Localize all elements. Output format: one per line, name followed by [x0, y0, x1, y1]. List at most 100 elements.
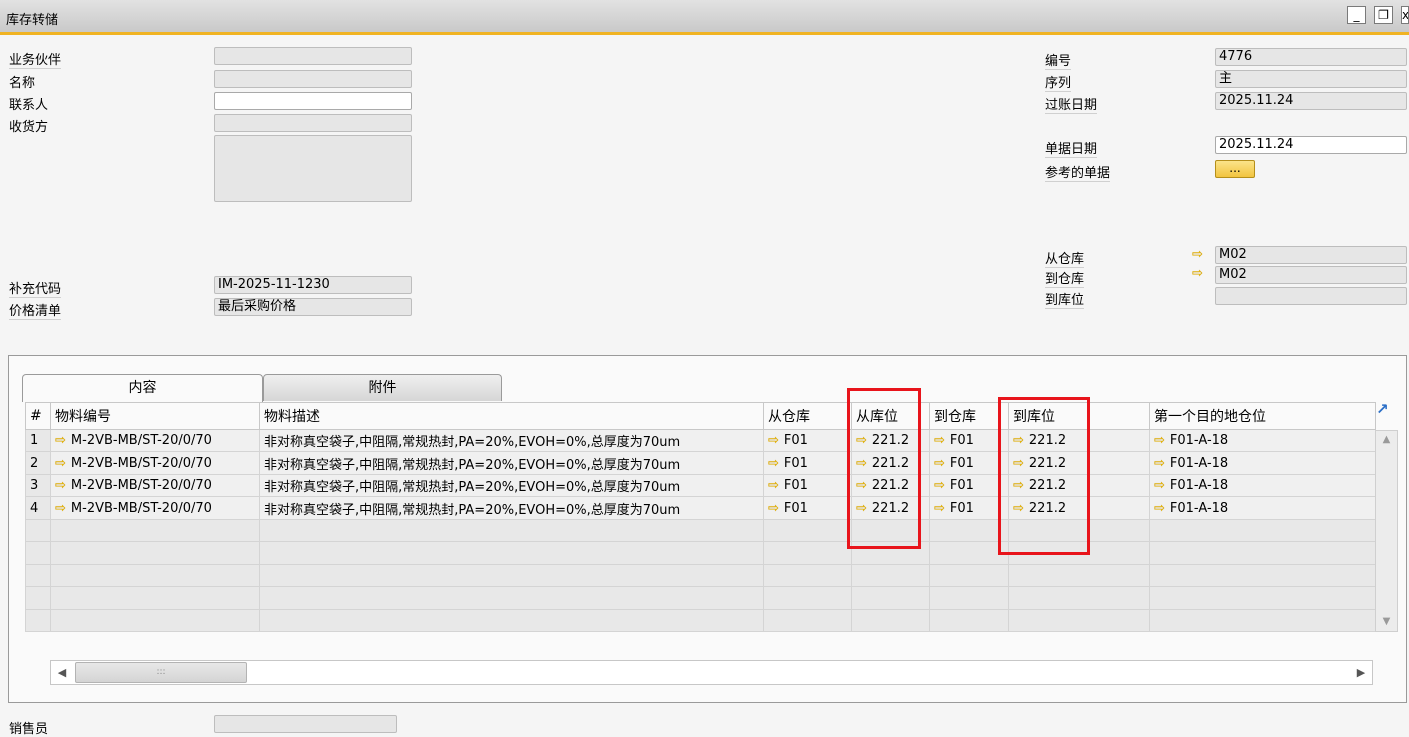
row-number[interactable]: 4	[25, 496, 51, 520]
cell-item-code[interactable]	[50, 518, 260, 543]
supp-code-field[interactable]: IM-2025-11-1230	[214, 276, 412, 294]
cell-to-warehouse[interactable]: ⇨ F01	[929, 428, 1009, 453]
cell-from-warehouse[interactable]: ⇨ F01	[763, 496, 852, 520]
cell-from-warehouse[interactable]	[763, 608, 852, 632]
cell-from-warehouse[interactable]	[763, 541, 852, 565]
cell-item-code[interactable]: ⇨ M-2VB-MB/ST-20/0/70	[50, 496, 260, 520]
cell-first-dest-bin[interactable]	[1149, 541, 1376, 565]
cell-to-bin[interactable]	[1008, 608, 1150, 632]
horizontal-scroll-thumb[interactable]: :::	[75, 662, 247, 683]
link-arrow-icon[interactable]: ⇨	[55, 434, 66, 447]
minimize-button[interactable]: _	[1347, 6, 1366, 24]
col-header-to-warehouse[interactable]: 到仓库	[929, 402, 1009, 430]
to-warehouse-link-arrow-icon[interactable]: ⇨	[1192, 267, 1203, 280]
cell-to-warehouse[interactable]	[929, 586, 1009, 610]
row-number[interactable]	[25, 518, 51, 543]
cell-first-dest-bin[interactable]: ⇨ F01-A-18	[1149, 473, 1376, 498]
link-arrow-icon[interactable]: ⇨	[768, 502, 779, 515]
cell-first-dest-bin[interactable]: ⇨ F01-A-18	[1149, 496, 1376, 520]
table-row[interactable]	[25, 586, 1376, 610]
cell-item-code[interactable]: ⇨ M-2VB-MB/ST-20/0/70	[50, 451, 260, 475]
cell-first-dest-bin[interactable]: ⇨ F01-A-18	[1149, 428, 1376, 453]
row-number[interactable]	[25, 608, 51, 632]
row-number[interactable]	[25, 541, 51, 565]
row-number[interactable]: 2	[25, 451, 51, 475]
scroll-left-icon[interactable]: ◀	[51, 661, 73, 684]
vertical-scrollbar[interactable]: ▲ ▼	[1375, 430, 1398, 632]
cell-first-dest-bin[interactable]	[1149, 518, 1376, 543]
table-row[interactable]: 1 ⇨ M-2VB-MB/ST-20/0/70 非对称真空袋子,中阻隔,常规热封,PA…	[25, 428, 1376, 453]
link-arrow-icon[interactable]: ⇨	[1154, 479, 1165, 492]
doc-date-field[interactable]: 2025.11.24	[1215, 136, 1407, 154]
scroll-right-icon[interactable]: ▶	[1350, 661, 1372, 684]
series-field[interactable]: 主	[1215, 70, 1407, 88]
cell-item-code[interactable]: ⇨ M-2VB-MB/ST-20/0/70	[50, 428, 260, 453]
cell-item-code[interactable]	[50, 563, 260, 588]
cell-from-warehouse[interactable]: ⇨ F01	[763, 428, 852, 453]
link-arrow-icon[interactable]: ⇨	[1154, 502, 1165, 515]
cell-to-warehouse[interactable]: ⇨ F01	[929, 451, 1009, 475]
link-arrow-icon[interactable]: ⇨	[55, 457, 66, 470]
link-arrow-icon[interactable]: ⇨	[768, 457, 779, 470]
link-arrow-icon[interactable]: ⇨	[55, 479, 66, 492]
link-arrow-icon[interactable]: ⇨	[934, 457, 945, 470]
cell-from-warehouse[interactable]	[763, 518, 852, 543]
cell-to-warehouse[interactable]: ⇨ F01	[929, 496, 1009, 520]
ship-to-address-box[interactable]	[214, 135, 412, 202]
horizontal-scrollbar[interactable]: ◀ ::: ▶	[50, 660, 1373, 685]
cell-to-bin[interactable]	[1008, 586, 1150, 610]
table-row[interactable]: 3 ⇨ M-2VB-MB/ST-20/0/70 非对称真空袋子,中阻隔,常规热封,PA…	[25, 473, 1376, 498]
tab-contents[interactable]: 内容	[22, 374, 263, 402]
close-button[interactable]: x	[1401, 6, 1409, 24]
to-bin-field[interactable]	[1215, 287, 1407, 305]
link-arrow-icon[interactable]: ⇨	[768, 479, 779, 492]
cell-from-bin[interactable]	[851, 563, 930, 588]
cell-item-desc[interactable]: 非对称真空袋子,中阻隔,常规热封,PA=20%,EVOH=0%,总厚度为70um	[259, 451, 764, 475]
link-arrow-icon[interactable]: ⇨	[934, 479, 945, 492]
cell-item-desc[interactable]: 非对称真空袋子,中阻隔,常规热封,PA=20%,EVOH=0%,总厚度为70um	[259, 473, 764, 498]
cell-to-warehouse[interactable]	[929, 518, 1009, 543]
col-header-from-warehouse[interactable]: 从仓库	[763, 402, 852, 430]
tab-attachments[interactable]: 附件	[263, 374, 502, 401]
link-arrow-icon[interactable]: ⇨	[768, 434, 779, 447]
posting-date-field[interactable]: 2025.11.24	[1215, 92, 1407, 110]
link-arrow-icon[interactable]: ⇨	[1154, 457, 1165, 470]
col-header-num[interactable]: #	[25, 402, 51, 430]
link-arrow-icon[interactable]: ⇨	[934, 434, 945, 447]
scroll-down-icon[interactable]: ▼	[1376, 613, 1397, 631]
row-number[interactable]: 3	[25, 473, 51, 498]
cell-item-code[interactable]: ⇨ M-2VB-MB/ST-20/0/70	[50, 473, 260, 498]
link-arrow-icon[interactable]: ⇨	[1154, 434, 1165, 447]
cell-item-desc[interactable]	[259, 541, 764, 565]
cell-from-warehouse[interactable]	[763, 586, 852, 610]
cell-first-dest-bin[interactable]: ⇨ F01-A-18	[1149, 451, 1376, 475]
row-number[interactable]: 1	[25, 428, 51, 453]
cell-from-warehouse[interactable]: ⇨ F01	[763, 451, 852, 475]
cell-from-warehouse[interactable]	[763, 563, 852, 588]
cell-item-desc[interactable]	[259, 586, 764, 610]
cell-to-warehouse[interactable]	[929, 608, 1009, 632]
cell-item-desc[interactable]: 非对称真空袋子,中阻隔,常规热封,PA=20%,EVOH=0%,总厚度为70um	[259, 496, 764, 520]
cell-item-desc[interactable]: 非对称真空袋子,中阻隔,常规热封,PA=20%,EVOH=0%,总厚度为70um	[259, 428, 764, 453]
cell-item-desc[interactable]	[259, 563, 764, 588]
sales-employee-field[interactable]	[214, 715, 397, 733]
cell-first-dest-bin[interactable]	[1149, 586, 1376, 610]
table-row[interactable]	[25, 608, 1376, 632]
row-number[interactable]	[25, 563, 51, 588]
col-header-item-code[interactable]: 物料编号	[50, 402, 260, 430]
cell-item-code[interactable]	[50, 586, 260, 610]
ref-doc-button[interactable]: ...	[1215, 160, 1255, 178]
cell-first-dest-bin[interactable]	[1149, 608, 1376, 632]
cell-item-desc[interactable]	[259, 518, 764, 543]
link-arrow-icon[interactable]: ⇨	[934, 502, 945, 515]
link-arrow-icon[interactable]: ⇨	[55, 502, 66, 515]
col-header-first-dest-bin[interactable]: 第一个目的地仓位	[1149, 402, 1376, 430]
row-number[interactable]	[25, 586, 51, 610]
ship-to-field[interactable]	[214, 114, 412, 132]
scroll-up-icon[interactable]: ▲	[1376, 431, 1397, 449]
cell-from-warehouse[interactable]: ⇨ F01	[763, 473, 852, 498]
from-warehouse-field[interactable]: M02	[1215, 246, 1407, 264]
cell-first-dest-bin[interactable]	[1149, 563, 1376, 588]
cell-item-code[interactable]	[50, 608, 260, 632]
to-warehouse-field[interactable]: M02	[1215, 266, 1407, 284]
